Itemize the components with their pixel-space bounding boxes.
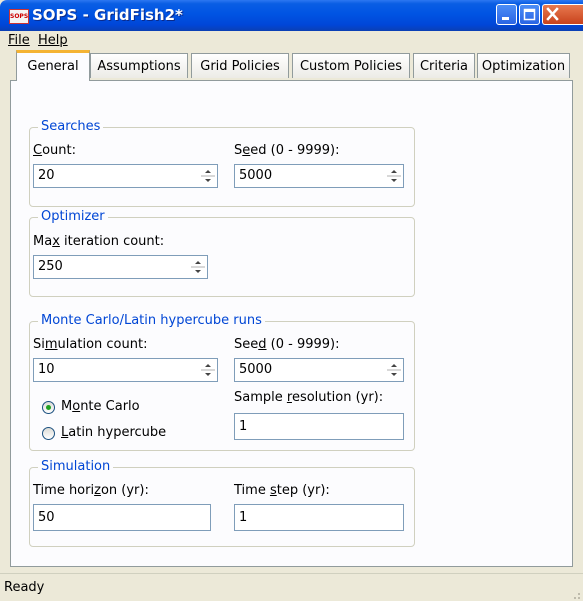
radio-monte-carlo-label[interactable]: Monte Carlo — [61, 399, 140, 414]
max-iteration-label: Max iteration count: — [33, 234, 165, 249]
tab-custom-policies[interactable]: Custom Policies — [292, 53, 410, 78]
spinner-arrows-icon — [387, 364, 401, 376]
simulation-count-label: Simulation count: — [33, 337, 148, 352]
menu-help[interactable]: Help — [38, 33, 68, 48]
max-iteration-field[interactable]: 250 — [33, 255, 208, 279]
time-horizon-label: Time horizon (yr): — [33, 483, 149, 498]
count-value: 20 — [38, 168, 55, 183]
simulation-title: Simulation — [38, 459, 114, 474]
app-icon: SOPS — [9, 9, 29, 24]
tab-criteria[interactable]: Criteria — [413, 53, 475, 78]
sample-resolution-label: Sample resolution (yr): — [234, 390, 384, 405]
tab-grid-policies[interactable]: Grid Policies — [191, 53, 289, 78]
search-seed-spinner[interactable] — [385, 165, 403, 187]
time-horizon-value: 50 — [38, 510, 55, 525]
simulation-count-field[interactable]: 10 — [33, 358, 218, 382]
spinner-arrows-icon — [387, 170, 401, 182]
minimize-button[interactable] — [496, 4, 517, 25]
mc-seed-value: 5000 — [239, 362, 273, 377]
mc-seed-field[interactable]: 5000 — [234, 358, 404, 382]
radio-latin-hypercube-label[interactable]: Latin hypercube — [61, 425, 166, 440]
minimize-icon — [502, 17, 509, 20]
status-text: Ready — [4, 580, 45, 595]
general-tab-page: Searches Count: 20 Seed (0 - 9999): 5000… — [10, 80, 573, 567]
mc-seed-spinner[interactable] — [385, 359, 403, 381]
title-bar[interactable]: SOPS SOPS - GridFish2* — [0, 0, 583, 31]
radio-monte-carlo[interactable] — [42, 401, 55, 414]
mc-seed-label: Seed (0 - 9999): — [234, 337, 340, 352]
time-step-label: Time step (yr): — [234, 483, 330, 498]
maximize-button[interactable] — [519, 4, 540, 25]
tab-assumptions[interactable]: Assumptions — [90, 53, 188, 78]
spinner-arrows-icon — [201, 170, 215, 182]
search-seed-field[interactable]: 5000 — [234, 164, 404, 188]
simulation-count-value: 10 — [38, 362, 55, 377]
maximize-icon — [523, 8, 536, 21]
close-icon — [546, 7, 559, 21]
simulation-count-spinner[interactable] — [199, 359, 217, 381]
tab-optimization[interactable]: Optimization — [477, 53, 570, 78]
count-label: Count: — [33, 143, 76, 158]
sample-resolution-field[interactable]: 1 — [234, 413, 404, 440]
status-bar: Ready — [0, 573, 583, 601]
window-title: SOPS - GridFish2* — [32, 6, 183, 24]
search-seed-value: 5000 — [239, 168, 273, 183]
montecarlo-title: Monte Carlo/Latin hypercube runs — [38, 313, 265, 328]
max-iteration-value: 250 — [38, 259, 63, 274]
tab-general[interactable]: General — [16, 50, 90, 81]
count-field[interactable]: 20 — [33, 164, 218, 188]
time-step-value: 1 — [239, 510, 248, 525]
time-step-field[interactable]: 1 — [234, 504, 404, 531]
resize-grip-icon[interactable] — [569, 588, 581, 600]
optimizer-title: Optimizer — [38, 209, 108, 224]
time-horizon-field[interactable]: 50 — [33, 504, 211, 531]
radio-latin-hypercube[interactable] — [42, 427, 55, 440]
spinner-arrows-icon — [191, 261, 205, 273]
menu-bar: File Help — [0, 31, 583, 51]
max-iteration-spinner[interactable] — [189, 256, 207, 278]
spinner-arrows-icon — [201, 364, 215, 376]
searches-title: Searches — [38, 119, 104, 134]
menu-file[interactable]: File — [8, 33, 30, 48]
sample-resolution-value: 1 — [239, 419, 248, 434]
application-window: SOPS SOPS - GridFish2* File Help General… — [0, 0, 583, 601]
close-button[interactable] — [542, 4, 583, 25]
count-spinner[interactable] — [199, 165, 217, 187]
seed-label: Seed (0 - 9999): — [234, 143, 340, 158]
